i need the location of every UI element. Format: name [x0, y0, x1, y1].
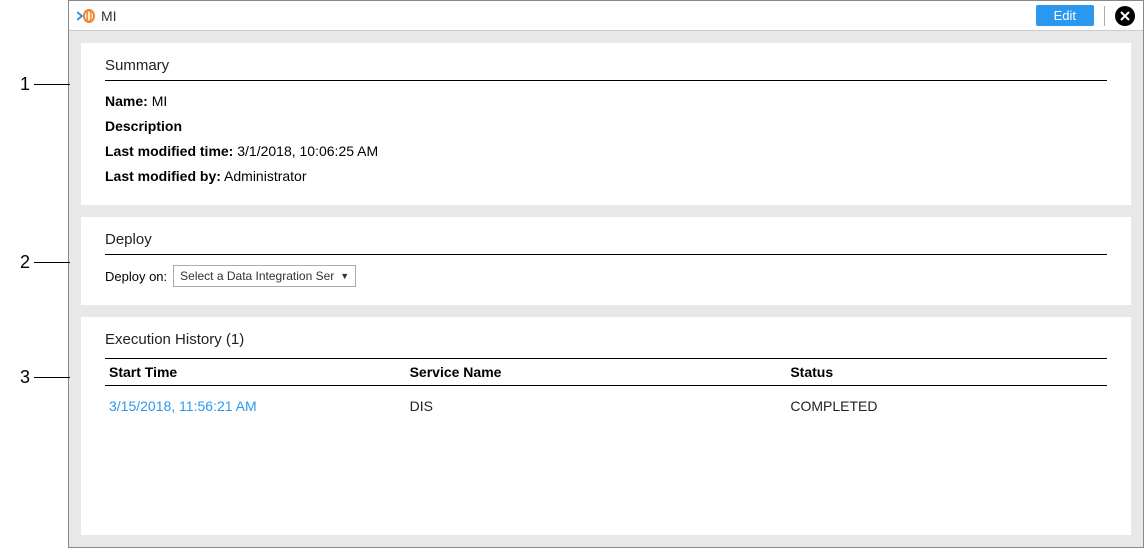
close-button[interactable] [1115, 6, 1135, 26]
modified-time-label: Last modified time: [105, 143, 233, 159]
summary-body: Name: MI Description Last modified time:… [105, 91, 1107, 187]
deploy-service-select[interactable]: Select a Data Integration Ser ▼ [173, 265, 356, 287]
execution-history-table: Start Time Service Name Status 3/15/2018… [105, 358, 1107, 422]
select-placeholder: Select a Data Integration Ser [180, 269, 334, 283]
table-row: 3/15/2018, 11:56:21 AM DIS COMPLETED [105, 386, 1107, 423]
col-status: Status [786, 359, 1107, 386]
page-title: MI [101, 8, 1036, 24]
summary-description-row: Description [105, 116, 1107, 137]
modified-by-label: Last modified by: [105, 168, 221, 184]
execution-history-title: Execution History (1) [105, 331, 1107, 348]
close-icon [1120, 11, 1130, 21]
deploy-on-label: Deploy on: [105, 269, 167, 284]
content-area: Summary Name: MI Description Last modifi… [69, 31, 1143, 547]
name-label: Name: [105, 93, 148, 109]
summary-modified-time-row: Last modified time: 3/1/2018, 10:06:25 A… [105, 141, 1107, 162]
summary-panel: Summary Name: MI Description Last modifi… [81, 43, 1131, 205]
col-service-name: Service Name [406, 359, 787, 386]
header-bar: MI Edit [69, 1, 1143, 31]
mapping-icon [77, 9, 95, 23]
cell-status: COMPLETED [786, 386, 1107, 423]
execution-history-panel: Execution History (1) Start Time Service… [81, 317, 1131, 535]
annotation-1: 1 [14, 74, 70, 95]
annotation-gutter: 1 2 3 [0, 0, 68, 548]
edit-button[interactable]: Edit [1036, 5, 1094, 26]
deploy-title: Deploy [105, 231, 1107, 255]
summary-name-row: Name: MI [105, 91, 1107, 112]
summary-title: Summary [105, 57, 1107, 81]
annotation-2: 2 [14, 252, 70, 273]
summary-modified-by-row: Last modified by: Administrator [105, 166, 1107, 187]
cell-service-name: DIS [406, 386, 787, 423]
col-start-time: Start Time [105, 359, 406, 386]
description-label: Description [105, 118, 182, 134]
name-value: MI [152, 93, 168, 109]
deploy-panel: Deploy Deploy on: Select a Data Integrat… [81, 217, 1131, 305]
annotation-3: 3 [14, 367, 70, 388]
modified-by-value: Administrator [224, 168, 306, 184]
header-divider [1104, 6, 1105, 26]
table-header-row: Start Time Service Name Status [105, 359, 1107, 386]
chevron-down-icon: ▼ [340, 271, 349, 281]
cell-start-time[interactable]: 3/15/2018, 11:56:21 AM [105, 386, 406, 423]
deploy-body: Deploy on: Select a Data Integration Ser… [105, 265, 1107, 287]
app-window: MI Edit Summary Name: MI Description Las… [68, 0, 1144, 548]
modified-time-value: 3/1/2018, 10:06:25 AM [237, 143, 378, 159]
